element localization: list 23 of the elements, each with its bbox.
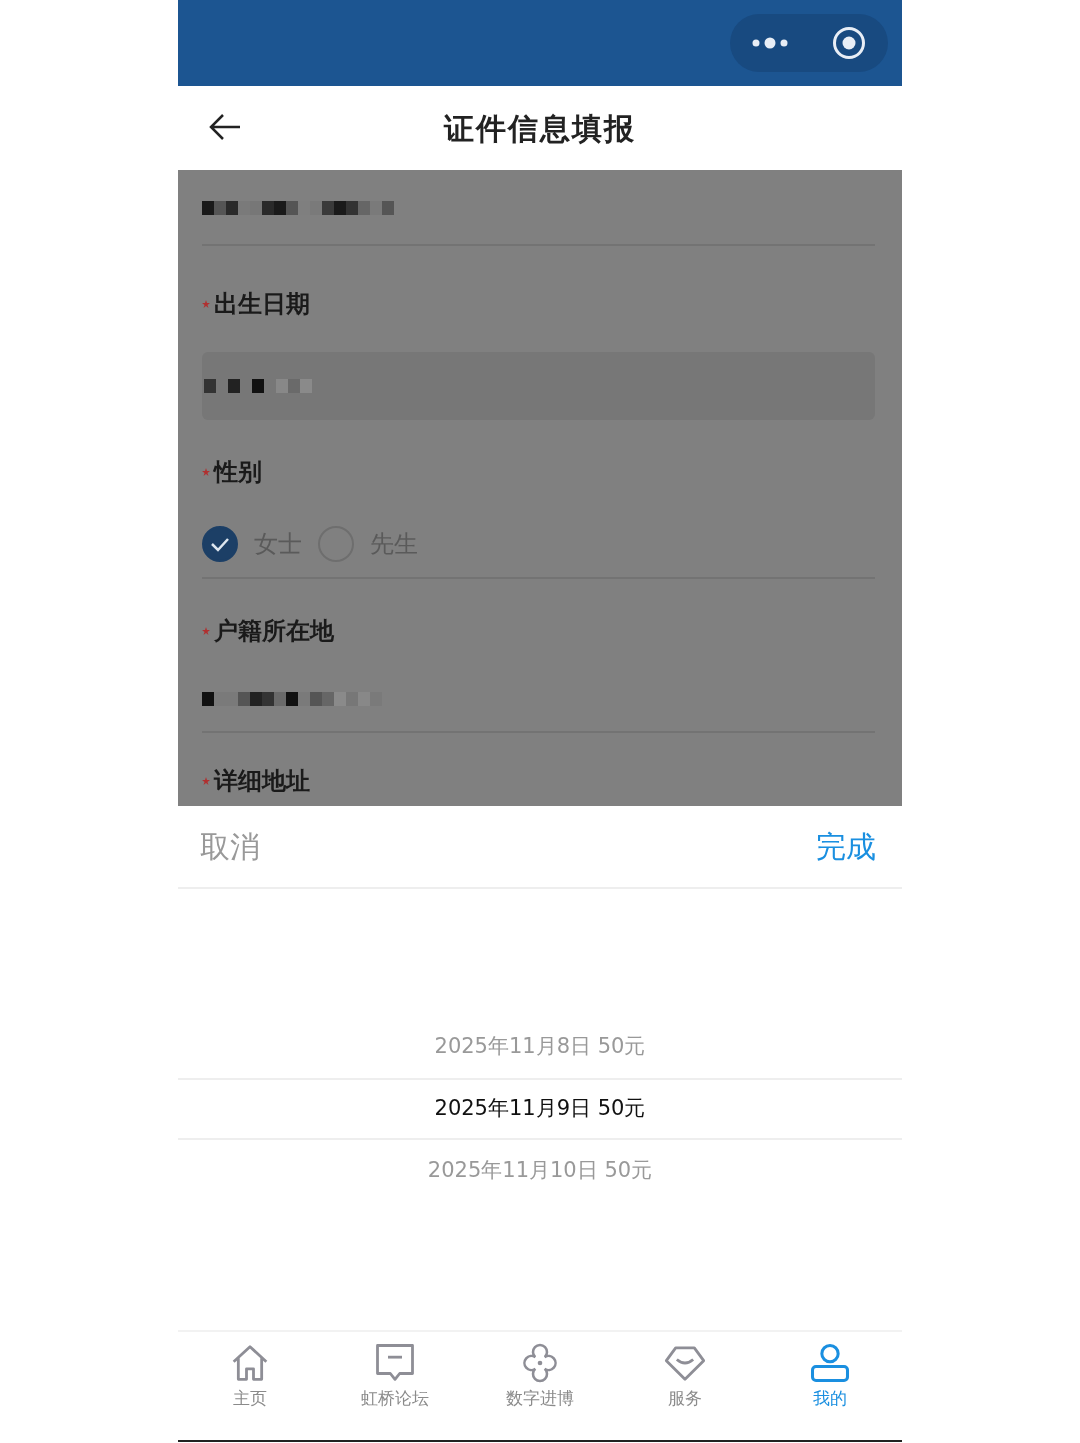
- picker-option[interactable]: 2025年11月10日 50元: [178, 1140, 902, 1202]
- cancel-button[interactable]: 取消: [200, 824, 260, 869]
- label-text: 详细地址: [214, 766, 310, 797]
- tab-button[interactable]: 主页: [178, 1332, 323, 1440]
- person-icon: [808, 1342, 851, 1384]
- label-text: 出生日期: [214, 289, 310, 320]
- radio-button[interactable]: [202, 526, 238, 562]
- tab-button[interactable]: 虹桥论坛: [322, 1332, 468, 1440]
- picker-option[interactable]: 2025年11月8日 50元: [178, 1016, 902, 1078]
- tab-button[interactable]: 服务: [612, 1332, 758, 1440]
- more-icon[interactable]: [751, 37, 788, 49]
- page-title: 证件信息填报: [444, 109, 636, 148]
- target-icon[interactable]: [831, 26, 866, 60]
- tab-button[interactable]: 我的: [757, 1332, 902, 1440]
- label-text: 性别: [214, 457, 262, 488]
- picker-option[interactable]: 2025年11月9日 50元: [178, 1078, 902, 1140]
- label-text: 户籍所在地: [214, 616, 334, 647]
- check-icon: [210, 536, 230, 552]
- back-button[interactable]: [208, 112, 242, 142]
- tab-button[interactable]: 数字进博: [467, 1332, 613, 1440]
- date-field[interactable]: [202, 352, 875, 420]
- message-icon: [374, 1342, 417, 1384]
- done-button[interactable]: 完成: [816, 824, 876, 869]
